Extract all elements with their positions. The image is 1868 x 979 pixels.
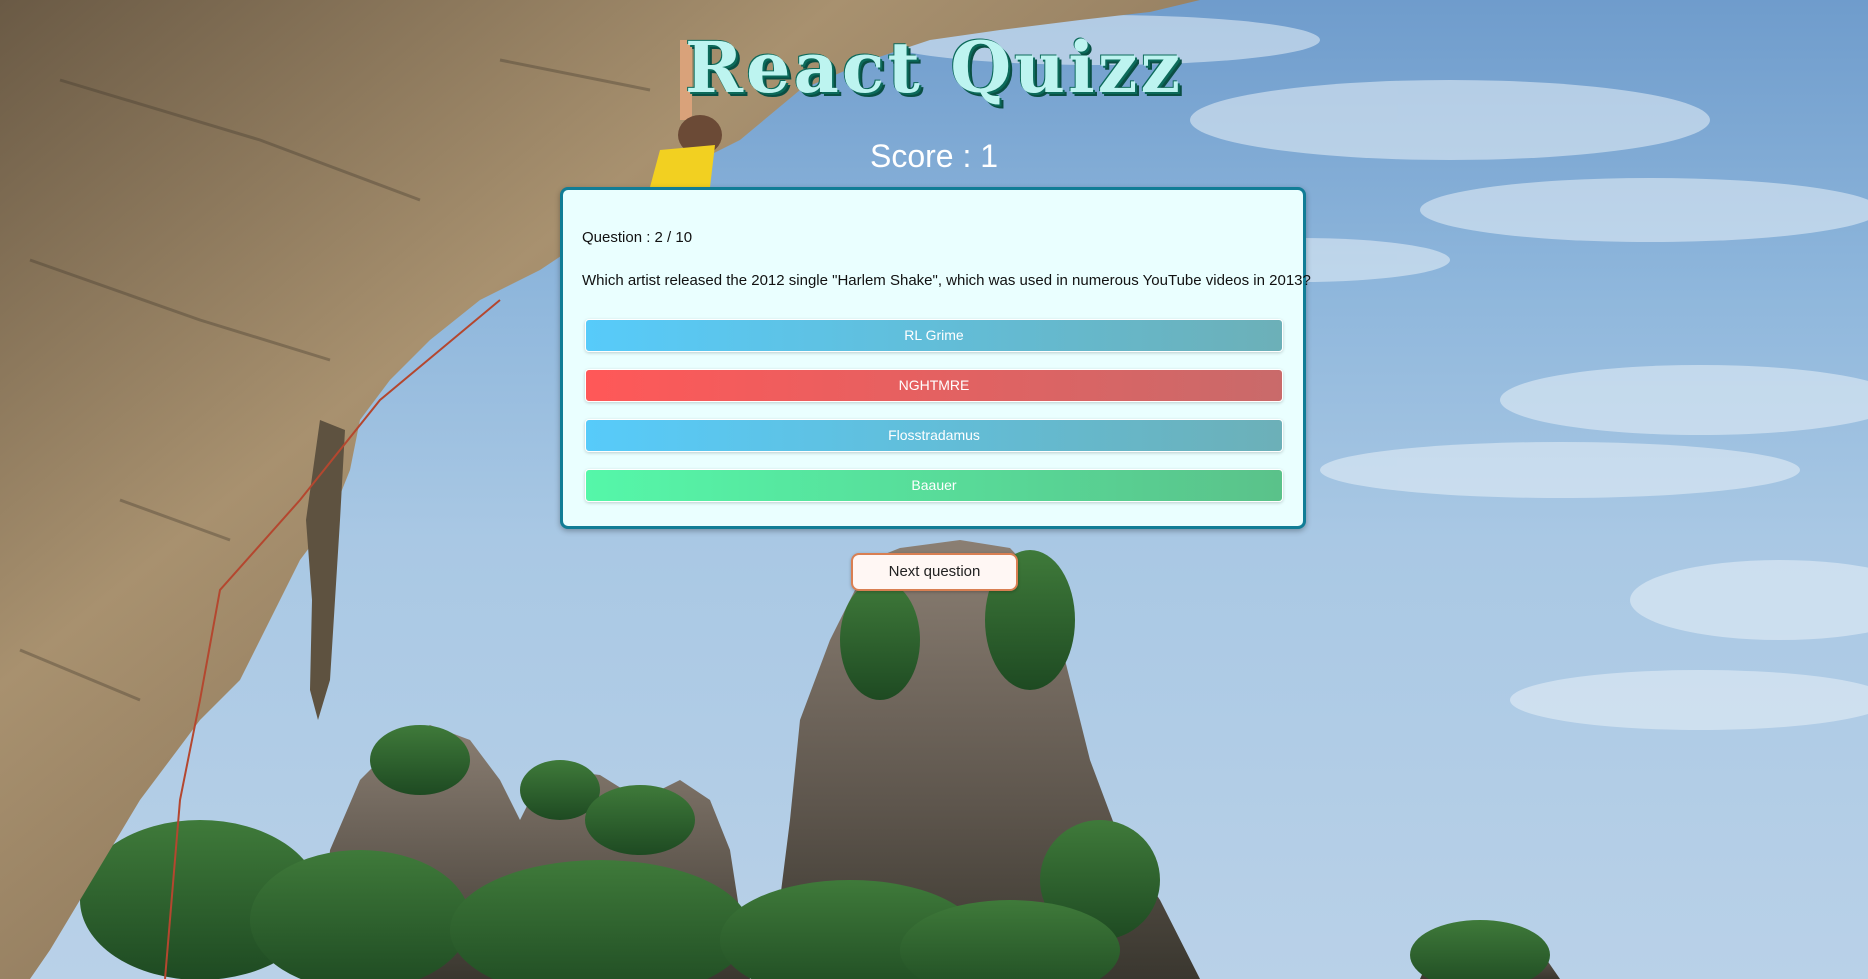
score-display: Score : 1 <box>869 138 999 174</box>
answer-button-nghtmre[interactable]: NGHTMRE <box>585 369 1283 402</box>
question-card: Question : 2 / 10 Which artist released … <box>560 187 1311 529</box>
answer-button-rl-grime[interactable]: RL Grime <box>585 319 1283 352</box>
app-title: React Quizz <box>684 26 1184 109</box>
next-question-button[interactable]: Next question <box>851 553 1018 591</box>
question-counter: Question : 2 / 10 <box>582 229 693 246</box>
quiz-app: React Quizz Score : 1 Question : 2 / 10 … <box>0 0 1868 979</box>
answer-list: RL Grime NGHTMRE Flosstradamus Baauer <box>585 319 1283 519</box>
question-text: Which artist released the 2012 single "H… <box>582 272 1311 289</box>
answer-button-flosstradamus[interactable]: Flosstradamus <box>585 419 1283 452</box>
answer-button-baauer[interactable]: Baauer <box>585 469 1283 502</box>
